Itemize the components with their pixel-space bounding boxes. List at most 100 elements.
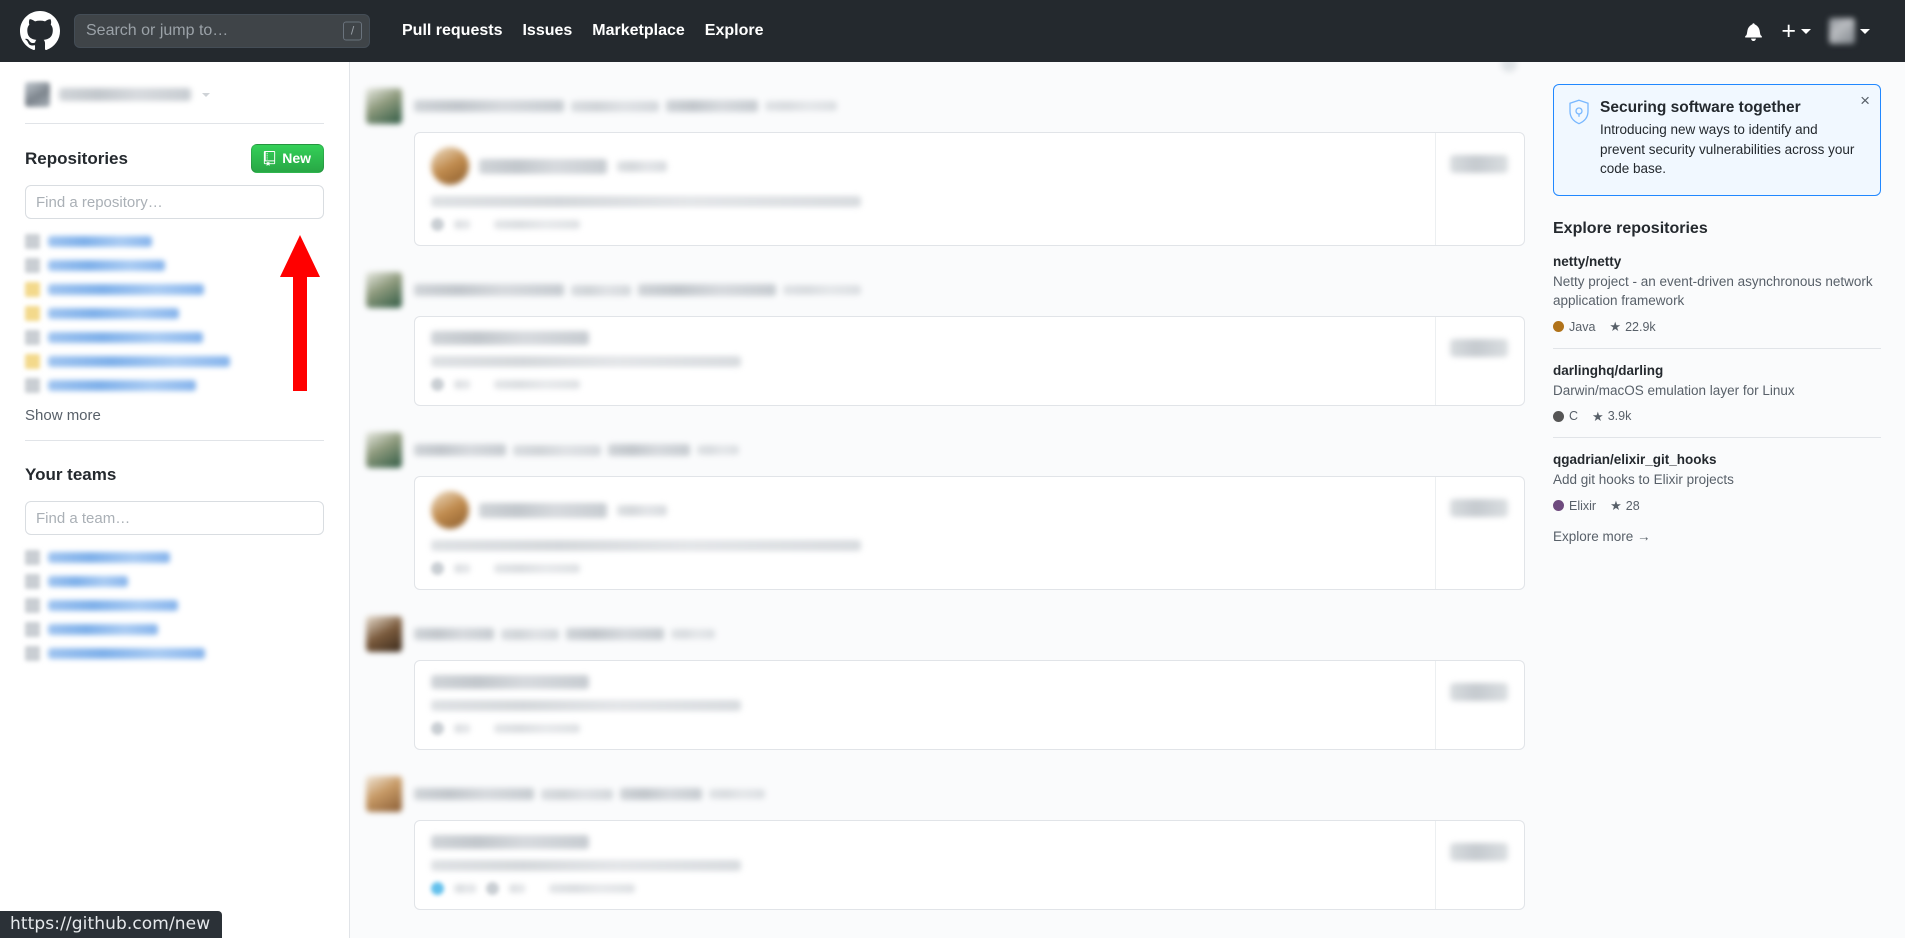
star-icon xyxy=(431,722,444,735)
explore-repository-name[interactable]: qgadrian/elixir_git_hooks xyxy=(1553,452,1881,467)
avatar[interactable] xyxy=(366,432,402,468)
repository-list-item[interactable] xyxy=(25,229,324,253)
feed-actor[interactable] xyxy=(414,100,564,112)
repository-list-item[interactable] xyxy=(25,253,324,277)
star-icon xyxy=(431,562,444,575)
repository-stars-count: 28 xyxy=(1625,498,1640,513)
feed-action xyxy=(501,628,559,640)
feed-card-title[interactable] xyxy=(431,331,589,345)
feed-actor[interactable] xyxy=(414,444,506,456)
create-new-button[interactable]: + xyxy=(1772,16,1820,45)
repository-list-item[interactable] xyxy=(25,373,324,397)
feed-card-action-button[interactable] xyxy=(1450,683,1508,701)
github-logo-icon[interactable] xyxy=(20,11,60,51)
language-dot-icon xyxy=(1553,410,1564,422)
repository-list-item[interactable] xyxy=(25,277,324,301)
header-actions: + xyxy=(1735,18,1885,44)
team-list-item[interactable] xyxy=(25,617,324,641)
avatar[interactable] xyxy=(431,491,469,529)
plus-icon: + xyxy=(1781,16,1796,45)
new-repository-button[interactable]: New xyxy=(251,144,324,173)
feed-card-description xyxy=(431,356,741,367)
feed-card-title[interactable] xyxy=(479,158,607,174)
explore-repository-meta: Java ★ 22.9k xyxy=(1553,320,1881,334)
repository-list-item[interactable] xyxy=(25,349,324,373)
team-list-item[interactable] xyxy=(25,545,324,569)
feed-target[interactable] xyxy=(638,284,776,296)
repository-name xyxy=(48,307,179,319)
feed-item xyxy=(362,264,1525,406)
team-list-item[interactable] xyxy=(25,593,324,617)
feed-card-title[interactable] xyxy=(479,502,607,518)
explore-more-link[interactable]: Explore more → xyxy=(1553,529,1651,544)
top-header: / Pull requests Issues Marketplace Explo… xyxy=(0,0,1905,62)
feed-card-title[interactable] xyxy=(431,835,589,849)
search-input[interactable] xyxy=(74,14,370,48)
explore-repository-card: netty/netty Netty project - an event-driv… xyxy=(1553,254,1881,348)
repository-stars[interactable]: ★ 22.9k xyxy=(1609,320,1655,334)
feed-card-title[interactable] xyxy=(431,675,589,689)
team-list-item[interactable] xyxy=(25,569,324,593)
feed-card xyxy=(414,132,1525,246)
search-box[interactable]: / xyxy=(74,14,370,48)
feed-card-description xyxy=(431,700,741,711)
team-name xyxy=(48,599,178,611)
star-icon: ★ xyxy=(1609,319,1622,335)
feed-action xyxy=(513,444,601,456)
chevron-down-icon xyxy=(1860,28,1870,34)
feed-card-action-button[interactable] xyxy=(1450,155,1508,173)
star-icon xyxy=(486,882,499,895)
feed-card-meta xyxy=(431,562,1508,575)
avatar[interactable] xyxy=(366,272,402,308)
plus-icon[interactable] xyxy=(1501,62,1517,72)
nav-issues[interactable]: Issues xyxy=(512,22,582,40)
find-repository-input[interactable] xyxy=(25,185,324,219)
feed-card-meta xyxy=(431,882,1508,895)
show-more-repositories-link[interactable]: Show more xyxy=(25,407,324,424)
feed-card-stars xyxy=(454,564,470,573)
profile-menu-button[interactable] xyxy=(1820,18,1879,44)
feed-card-action-button[interactable] xyxy=(1450,843,1508,861)
avatar[interactable] xyxy=(366,776,402,812)
avatar[interactable] xyxy=(366,88,402,124)
notifications-button[interactable] xyxy=(1735,22,1772,41)
close-icon[interactable]: × xyxy=(1860,92,1870,109)
feed-target[interactable] xyxy=(566,628,664,640)
repo-icon xyxy=(262,150,277,166)
teams-header: Your teams xyxy=(25,461,324,489)
language-dot-icon xyxy=(1553,500,1564,512)
feed-card-action-button[interactable] xyxy=(1450,339,1508,357)
avatar[interactable] xyxy=(366,616,402,652)
feed-timestamp xyxy=(765,101,837,111)
repository-stars[interactable]: ★ 3.9k xyxy=(1592,409,1631,423)
explore-repository-name[interactable]: netty/netty xyxy=(1553,254,1881,269)
repository-list-item[interactable] xyxy=(25,301,324,325)
feed-target[interactable] xyxy=(666,100,758,112)
repository-language: Elixir xyxy=(1553,499,1596,513)
team-icon xyxy=(25,549,40,565)
star-icon: ★ xyxy=(1610,498,1622,514)
nav-marketplace[interactable]: Marketplace xyxy=(582,22,695,40)
nav-pull-requests[interactable]: Pull requests xyxy=(392,22,512,40)
feed-actor[interactable] xyxy=(414,628,494,640)
feed-card-description xyxy=(431,860,741,871)
repository-language-label: C xyxy=(1569,409,1579,424)
team-icon xyxy=(25,573,40,589)
feed-card-action-button[interactable] xyxy=(1450,499,1508,517)
avatar[interactable] xyxy=(431,147,469,185)
repository-stars[interactable]: ★ 28 xyxy=(1610,499,1640,513)
nav-explore[interactable]: Explore xyxy=(695,22,774,40)
repository-list-item[interactable] xyxy=(25,325,324,349)
explore-repository-name[interactable]: darlinghq/darling xyxy=(1553,363,1881,378)
find-team-input[interactable] xyxy=(25,501,324,535)
repo-icon xyxy=(25,329,40,345)
feed-actor[interactable] xyxy=(414,788,534,800)
star-icon xyxy=(431,378,444,391)
bell-icon xyxy=(1744,22,1763,41)
card-divider xyxy=(1435,661,1436,749)
account-switcher[interactable] xyxy=(25,82,324,124)
feed-target[interactable] xyxy=(620,788,702,800)
feed-actor[interactable] xyxy=(414,284,564,296)
team-list-item[interactable] xyxy=(25,641,324,665)
feed-target[interactable] xyxy=(608,444,690,456)
